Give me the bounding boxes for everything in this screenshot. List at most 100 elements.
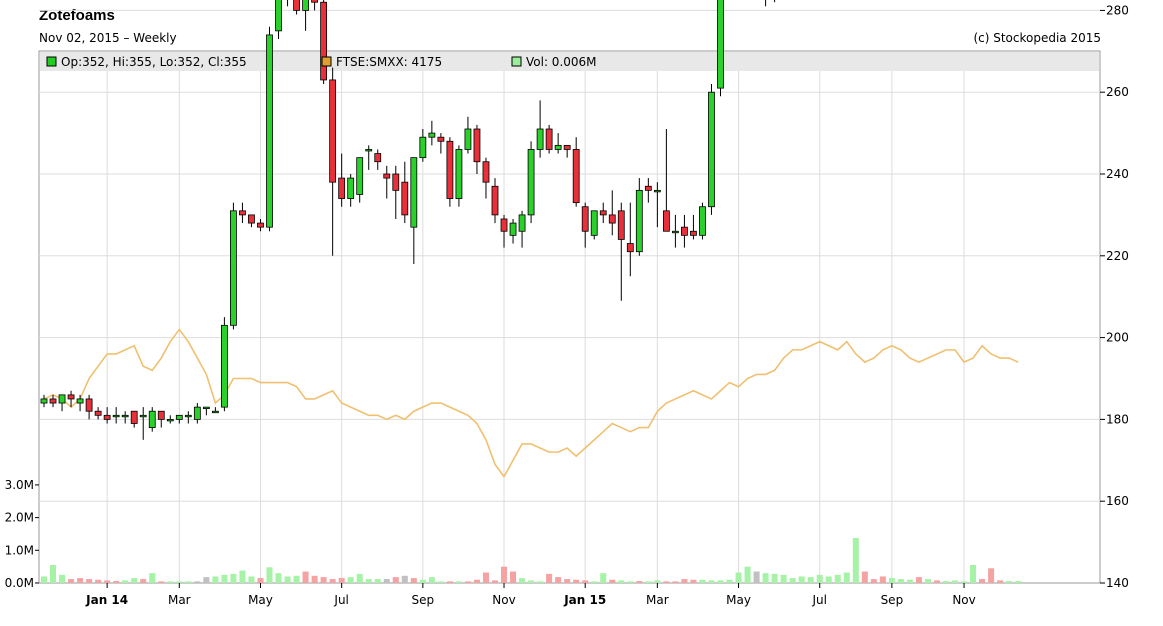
volume-bar [248, 576, 255, 583]
candle-body [464, 128, 472, 150]
volume-bar [970, 565, 977, 583]
volume-bar [95, 579, 102, 583]
volume-bar [419, 579, 426, 583]
candle-body [681, 226, 688, 236]
x-tick-label: Jan 14 [85, 593, 128, 607]
volume-bar [834, 574, 841, 583]
candle-body [338, 177, 346, 199]
candle-body [428, 132, 436, 138]
x-tick-label: May [726, 593, 751, 607]
x-tick-label: Nov [492, 593, 515, 607]
candle-body [644, 185, 652, 191]
x-tick-label: Nov [952, 593, 975, 607]
candle-body [383, 173, 391, 179]
candle-body [139, 414, 147, 418]
volume-bar [915, 577, 922, 583]
candle-body [94, 410, 102, 416]
volume-bar [645, 581, 652, 583]
plot-area [38, 50, 1101, 584]
price-tick-label: 260 [1106, 85, 1129, 99]
volume-bar [437, 581, 444, 583]
volume-bar [284, 576, 291, 583]
candle-body [166, 418, 174, 422]
x-tick-label: May [248, 593, 273, 607]
candle-body [419, 136, 427, 159]
candle-body [248, 214, 255, 224]
candle-body [193, 406, 201, 420]
volume-bar [600, 573, 607, 583]
volume-bar [672, 581, 679, 583]
candle-body [230, 210, 237, 326]
candle-body [374, 153, 382, 163]
volume-bar [221, 574, 228, 583]
volume-bar [609, 579, 616, 583]
volume-bar [455, 581, 462, 583]
volume-bar [104, 580, 111, 583]
volume-bar [302, 571, 309, 583]
legend-label: Vol: 0.006M [526, 55, 597, 69]
candle-body [500, 218, 508, 232]
candle-body [437, 136, 445, 142]
volume-bar [943, 581, 949, 583]
candle-body [708, 91, 715, 208]
volume-bar [762, 573, 769, 583]
volume-bar [77, 578, 84, 583]
stock-chart[interactable]: 140160180200220240260280300320340360380J… [0, 0, 1163, 626]
price-tick-label: 180 [1106, 412, 1129, 426]
candle-body [626, 243, 634, 253]
volume-bar [852, 537, 859, 583]
volume-bar [320, 577, 327, 583]
volume-bar [528, 580, 535, 583]
candle-body [302, 0, 309, 11]
volume-bar [753, 571, 760, 583]
volume-bar [185, 581, 192, 583]
candle-body [662, 210, 670, 232]
volume-bar [1006, 581, 1013, 583]
volume-bar [383, 579, 390, 583]
volume-bar [933, 580, 940, 583]
volume-bar [464, 581, 471, 583]
volume-bar [68, 579, 75, 583]
candle-body [112, 414, 120, 418]
candle-body [635, 189, 643, 253]
candle-body [617, 210, 625, 240]
candle-body [293, 0, 300, 11]
volume-bar [212, 576, 219, 583]
candle-body [491, 185, 499, 216]
volume-bar [582, 580, 589, 583]
volume-bar [663, 581, 670, 583]
volume-bar [861, 571, 868, 583]
volume-bar [230, 573, 237, 583]
volume-bar [392, 577, 399, 583]
legend-swatch [511, 56, 522, 67]
volume-bar [717, 580, 724, 583]
volume-tick-label: 3.0M [5, 478, 34, 492]
volume-bar [735, 572, 742, 583]
volume-bar [365, 579, 372, 583]
volume-bar [997, 580, 1004, 583]
volume-bar [843, 572, 850, 583]
candle-body [446, 140, 454, 199]
candle-body [356, 157, 364, 195]
candle-body [455, 149, 463, 199]
candle-body [275, 0, 282, 32]
volume-bar [131, 578, 138, 583]
volume-bar [807, 577, 814, 583]
volume-bar [86, 579, 93, 583]
volume-bar [988, 568, 995, 583]
volume-bar [870, 579, 877, 583]
candle-body [672, 230, 679, 234]
candle-body [690, 230, 697, 236]
volume-bar [501, 566, 508, 583]
volume-bar [825, 576, 832, 583]
x-tick-label: Jul [811, 593, 826, 607]
candle-body [49, 398, 57, 404]
candle-body [473, 128, 481, 163]
legend-swatch [46, 56, 57, 67]
candle-body [527, 149, 535, 216]
x-tick-label: Jan 15 [563, 593, 606, 607]
legend-swatch [321, 56, 332, 67]
volume-bar [780, 574, 787, 583]
volume-bar [636, 581, 643, 583]
candle-body [365, 149, 373, 152]
